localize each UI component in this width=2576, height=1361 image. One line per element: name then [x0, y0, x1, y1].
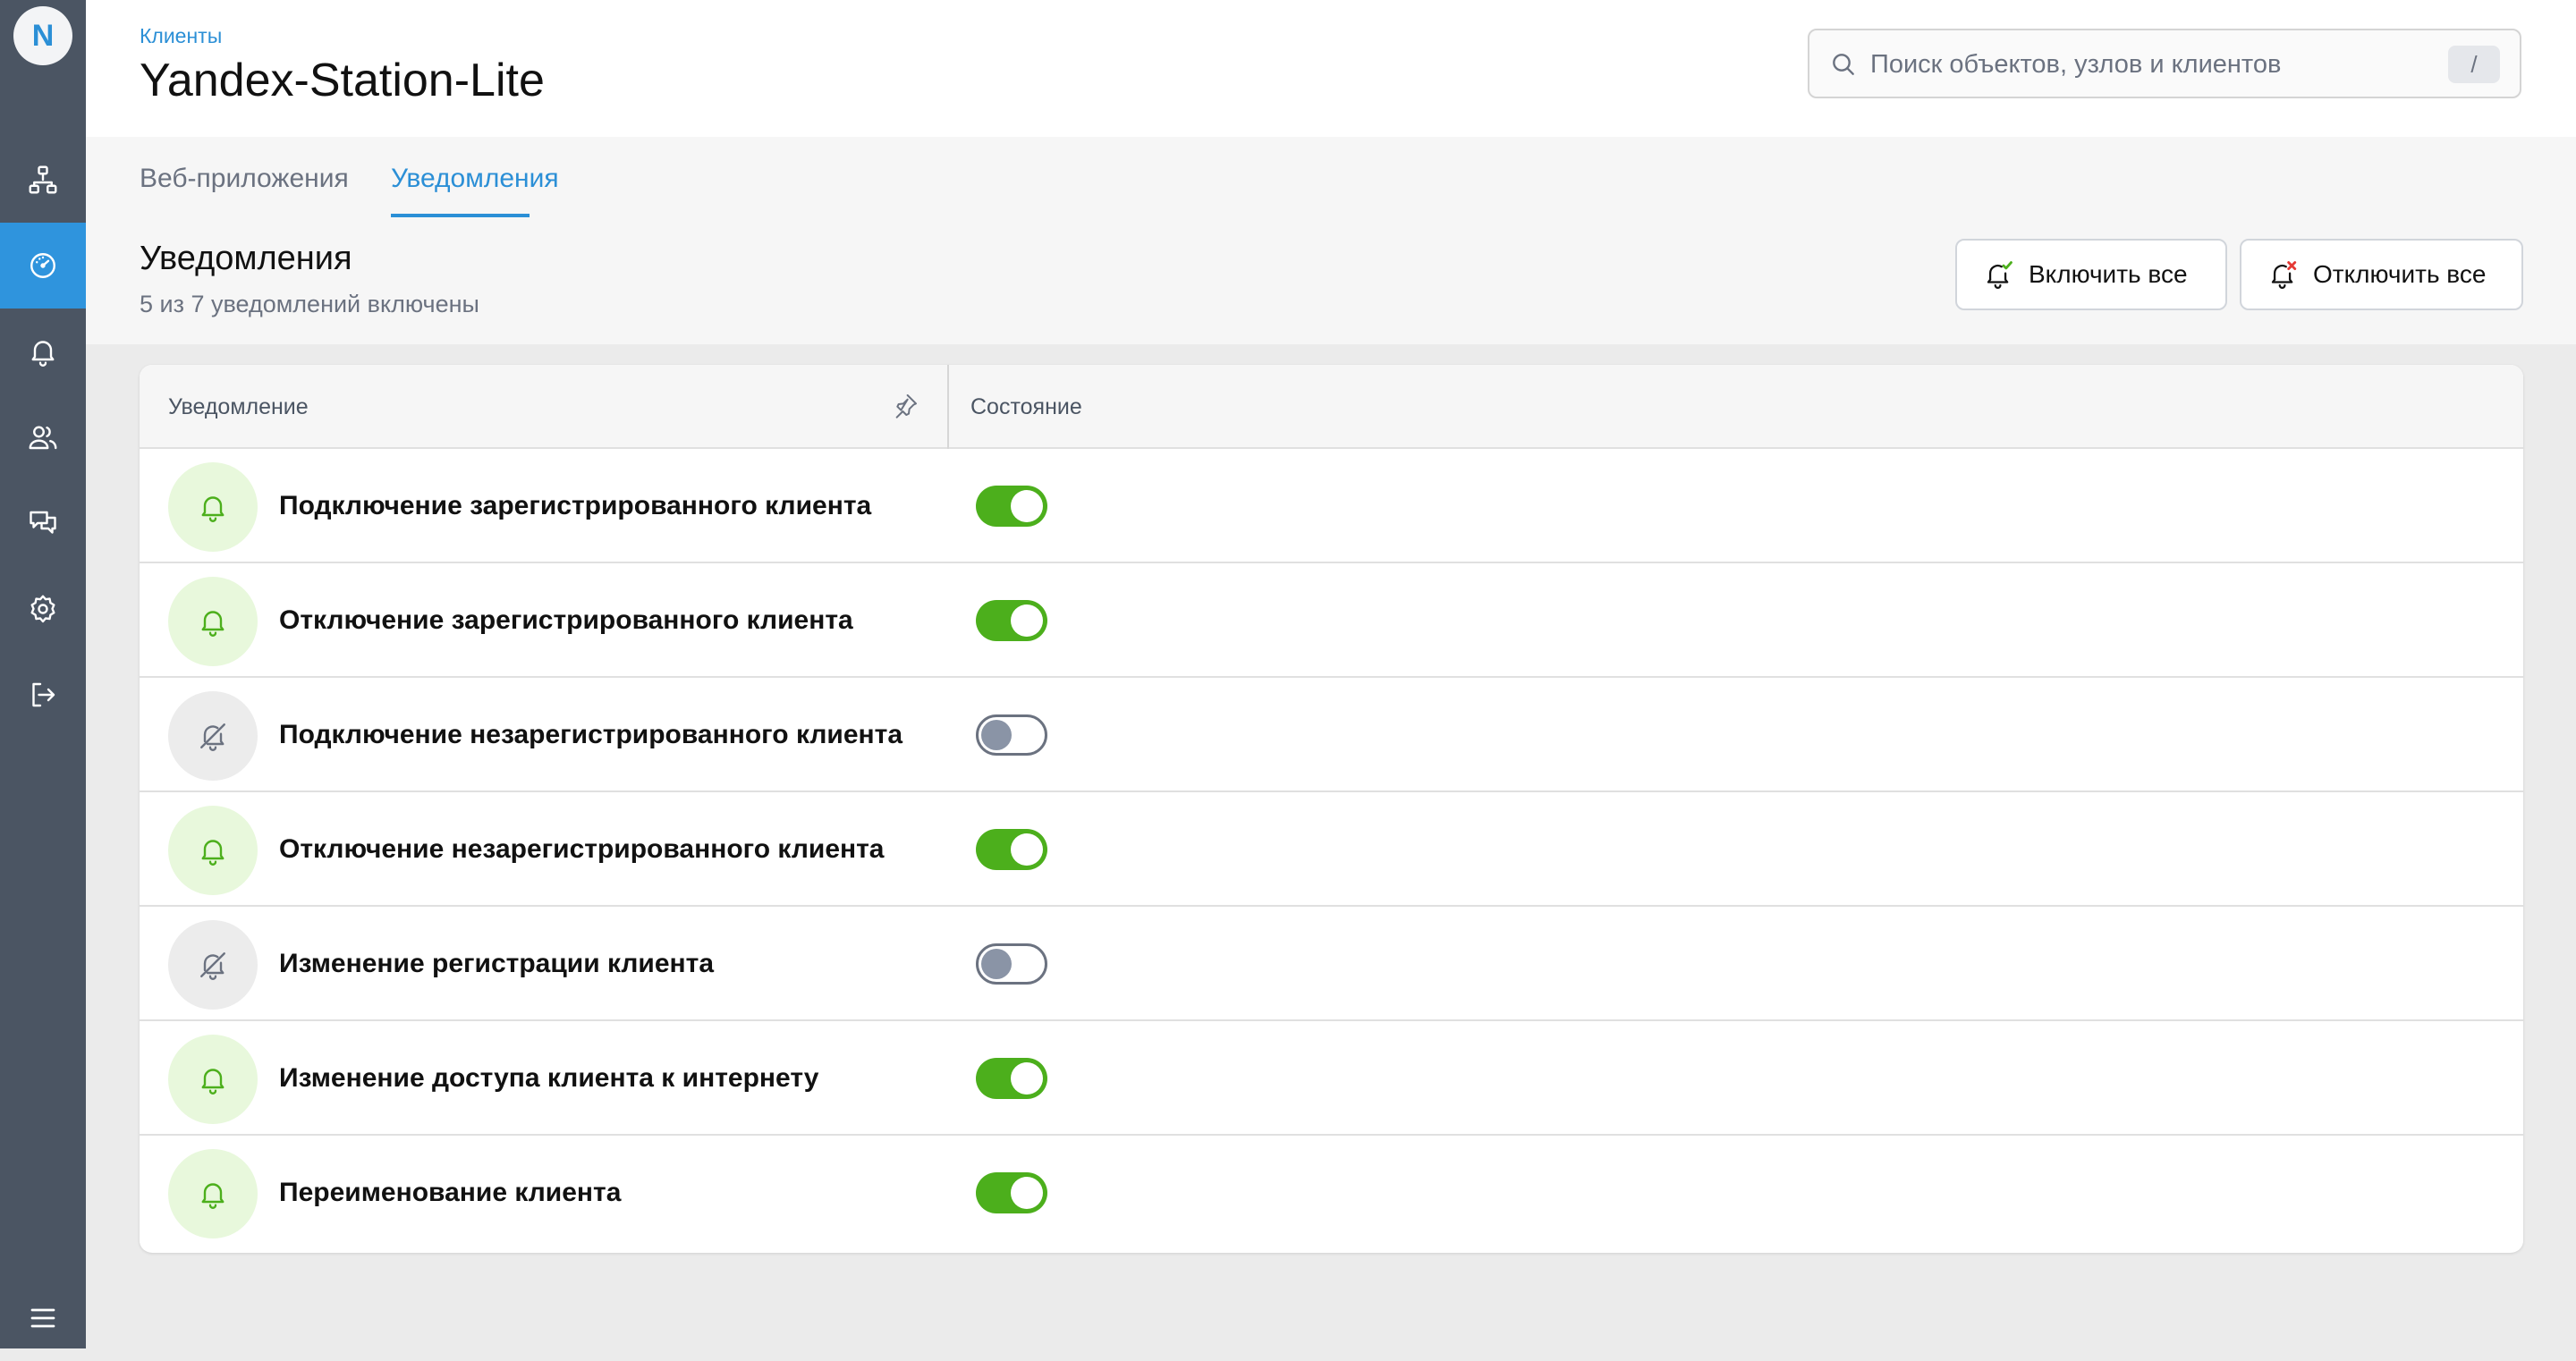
disable-all-label: Отключить все — [2313, 260, 2487, 288]
notification-toggle[interactable] — [976, 1058, 1047, 1099]
bell-icon — [201, 1183, 225, 1209]
tab-notifications[interactable]: Уведомления — [391, 164, 559, 194]
table-row: Изменение доступа клиента к интернету — [140, 1021, 2523, 1136]
notification-label: Подключение зарегистрированного клиента — [279, 491, 872, 520]
sidebar-item-settings[interactable] — [0, 566, 86, 652]
search-placeholder: Поиск объектов, узлов и клиентов — [1870, 50, 2282, 79]
gear-icon — [30, 595, 55, 623]
bell-off-icon — [200, 723, 225, 751]
notification-toggle[interactable] — [976, 1172, 1047, 1213]
column-divider[interactable] — [947, 365, 949, 449]
sidebar-item-notifications[interactable] — [0, 309, 86, 394]
disable-all-button[interactable]: Отключить все — [2240, 239, 2523, 310]
table-row: Переименование клиента — [140, 1136, 2523, 1250]
network-icon — [29, 165, 57, 194]
notifications-table: Уведомление Состояние Подключение зареги… — [140, 365, 2523, 1253]
table-header: Уведомление Состояние — [140, 365, 2523, 449]
sidebar-item-network[interactable] — [0, 137, 86, 223]
bell-x-icon — [2271, 261, 2297, 289]
notification-label: Подключение незарегистрированного клиент… — [279, 720, 903, 749]
chat-icon — [30, 511, 56, 534]
content-toolbar: Веб-приложения Уведомления Уведомления 5… — [86, 137, 2576, 344]
bell-icon — [201, 496, 225, 522]
page-title: Yandex-Station-Lite — [140, 55, 545, 106]
enable-all-button[interactable]: Включить все — [1955, 239, 2227, 310]
section-title: Уведомления — [140, 240, 352, 277]
tab-web-apps[interactable]: Веб-приложения — [140, 164, 349, 194]
sidebar-item-dashboard[interactable] — [0, 223, 86, 309]
bell-check-icon — [1987, 261, 2012, 289]
notification-toggle[interactable] — [976, 943, 1047, 985]
bell-icon — [201, 840, 225, 866]
notification-status-icon — [168, 462, 258, 552]
app-logo[interactable]: N — [13, 6, 72, 65]
logo-letter: N — [31, 18, 55, 53]
notification-label: Изменение доступа клиента к интернету — [279, 1063, 819, 1093]
section-subtitle: 5 из 7 уведомлений включены — [140, 291, 479, 317]
logout-icon — [32, 682, 55, 707]
sidebar-item-logout[interactable] — [0, 652, 86, 738]
notification-toggle[interactable] — [976, 714, 1047, 756]
table-row: Подключение зарегистрированного клиента — [140, 449, 2523, 563]
bell-icon — [201, 1069, 225, 1095]
notification-status-icon — [168, 691, 258, 781]
notification-label: Изменение регистрации клиента — [279, 949, 715, 978]
bell-icon — [201, 611, 225, 637]
users-icon — [29, 426, 57, 450]
search-icon — [1833, 54, 1854, 75]
search-shortcut-badge: / — [2448, 46, 2500, 83]
notification-label: Отключение незарегистрированного клиента — [279, 834, 885, 864]
toggle-knob — [1011, 1177, 1043, 1209]
notification-status-icon — [168, 1035, 258, 1124]
notification-status-icon — [168, 920, 258, 1010]
column-header-notification[interactable]: Уведомление — [168, 394, 309, 420]
pin-icon[interactable] — [891, 392, 919, 420]
notification-status-icon — [168, 577, 258, 666]
breadcrumb-clients[interactable]: Клиенты — [140, 24, 222, 48]
bell-off-icon — [200, 952, 225, 980]
enable-all-label: Включить все — [2029, 260, 2188, 288]
notification-status-icon — [168, 1149, 258, 1238]
toggle-knob — [1011, 1062, 1043, 1095]
dashboard-icon — [30, 253, 55, 278]
toggle-knob — [981, 949, 1012, 979]
toggle-knob — [981, 720, 1012, 750]
table-row: Отключение незарегистрированного клиента — [140, 792, 2523, 907]
toggle-knob — [1011, 833, 1043, 866]
column-header-state[interactable]: Состояние — [970, 394, 1082, 420]
active-tab-indicator — [391, 214, 530, 217]
table-row: Подключение незарегистрированного клиент… — [140, 678, 2523, 792]
menu-icon — [30, 1308, 55, 1328]
sidebar: N — [0, 0, 86, 1348]
sidebar-item-messages[interactable] — [0, 480, 86, 566]
search-input[interactable]: Поиск объектов, узлов и клиентов / — [1808, 29, 2521, 98]
notification-toggle[interactable] — [976, 600, 1047, 641]
page-header: Клиенты Yandex-Station-Lite Поиск объект… — [86, 0, 2576, 137]
table-row: Изменение регистрации клиента — [140, 907, 2523, 1021]
notification-status-icon — [168, 806, 258, 895]
notification-toggle[interactable] — [976, 829, 1047, 870]
bell-icon — [31, 341, 55, 367]
toggle-knob — [1011, 604, 1043, 637]
notification-toggle[interactable] — [976, 486, 1047, 527]
toggle-knob — [1011, 490, 1043, 522]
notification-label: Отключение зарегистрированного клиента — [279, 605, 853, 635]
notification-label: Переименование клиента — [279, 1178, 622, 1207]
sidebar-item-users[interactable] — [0, 394, 86, 480]
table-row: Отключение зарегистрированного клиента — [140, 563, 2523, 678]
